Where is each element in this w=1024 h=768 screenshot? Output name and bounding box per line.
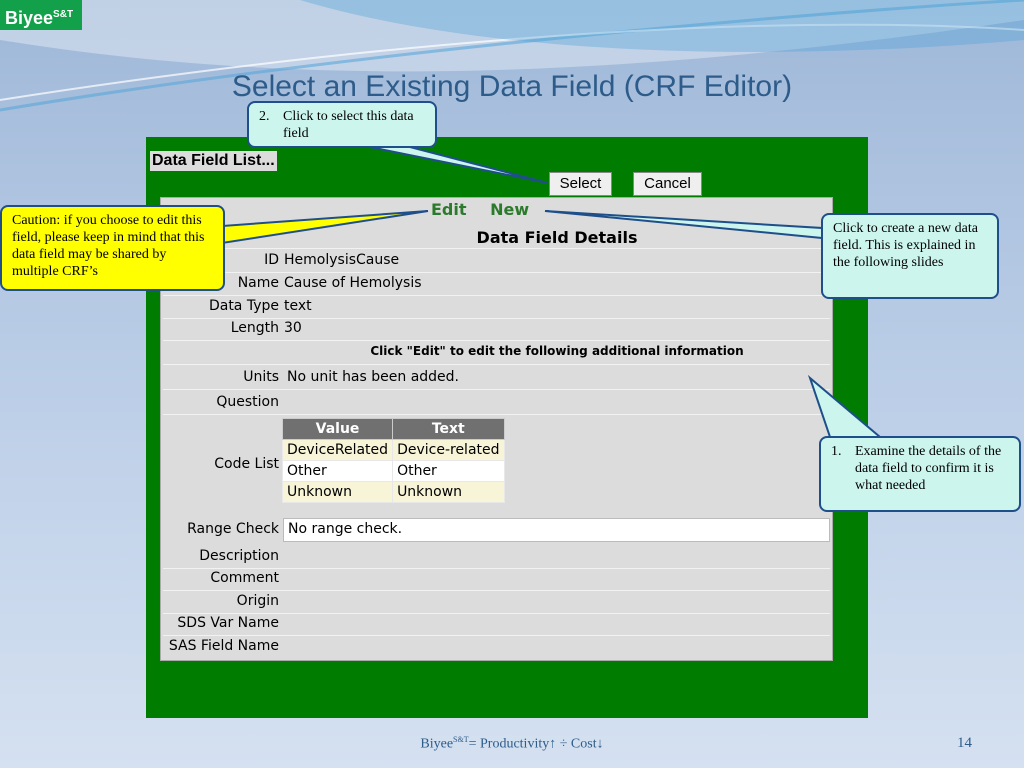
table-row: DeviceRelated Device-related	[281, 439, 505, 461]
edit-hint-row: Click "Edit" to edit the following addit…	[163, 344, 830, 365]
field-row-description: Description	[163, 548, 830, 569]
callout-select: 2. Click to select this data field	[247, 101, 437, 148]
field-label: Description	[199, 548, 279, 564]
field-value: HemolysisCause	[284, 252, 400, 268]
field-value: No unit has been added.	[287, 369, 459, 385]
field-row-sas-field-name: SAS Field Name	[163, 638, 830, 658]
range-check-value: No range check.	[283, 518, 830, 542]
table-row: Other Other	[281, 460, 505, 482]
field-label: Units	[243, 369, 279, 385]
code-list-header-text: Text	[392, 418, 505, 440]
field-row-question: Question	[163, 394, 830, 415]
field-value: text	[284, 298, 312, 314]
field-label: SDS Var Name	[177, 615, 279, 631]
field-row-id: ID HemolysisCause	[163, 252, 830, 273]
field-row-name: Name Cause of Hemolysis	[163, 275, 830, 296]
field-label: Question	[216, 394, 279, 410]
edit-hint: Click "Edit" to edit the following addit…	[370, 344, 744, 358]
field-label: Data Type	[208, 298, 279, 314]
detail-actions: Edit New	[431, 200, 547, 219]
code-list-table: Value Text DeviceRelated Device-related …	[281, 418, 505, 503]
field-row-length: Length 30	[163, 320, 830, 341]
details-title-row: Data Field Details	[163, 228, 830, 249]
field-label: Comment	[210, 570, 279, 586]
field-label: Range Check	[187, 521, 279, 537]
edit-link[interactable]: Edit	[431, 200, 467, 219]
table-row: Unknown Unknown	[281, 481, 505, 503]
field-row-data-type: Data Type text	[163, 298, 830, 319]
field-label: SAS Field Name	[168, 638, 279, 654]
field-row-sds-var-name: SDS Var Name	[163, 615, 830, 636]
field-row-origin: Origin	[163, 593, 830, 614]
new-link[interactable]: New	[490, 200, 529, 219]
field-row-range-check: Range Check No range check.	[163, 518, 830, 544]
field-value: 30	[284, 320, 302, 336]
select-button[interactable]: Select	[549, 172, 612, 196]
details-title: Data Field Details	[476, 228, 638, 247]
slide-title: Select an Existing Data Field (CRF Edito…	[231, 70, 793, 103]
code-list-header-value: Value	[281, 418, 394, 440]
field-row-units: Units No unit has been added.	[163, 369, 830, 390]
field-row-comment: Comment	[163, 570, 830, 591]
field-label: Code List	[214, 456, 279, 472]
field-label: Length	[230, 320, 279, 336]
panel-header: Data Field List...	[150, 151, 277, 171]
field-label: Origin	[236, 593, 279, 609]
field-value: Cause of Hemolysis	[284, 275, 422, 291]
callout-new: Click to create a new data field. This i…	[821, 213, 999, 299]
cancel-button[interactable]: Cancel	[633, 172, 702, 196]
footer-tagline: BiyeeS&T= Productivity↑ ÷ Cost↓	[420, 735, 604, 752]
data-field-details: Edit New Data Field Details ID Hemolysis…	[160, 197, 833, 661]
callout-examine: 1. Examine the details of the data field …	[819, 436, 1021, 512]
page-number: 14	[957, 735, 972, 751]
brand-logo: BiyeeS&T	[0, 0, 82, 30]
callout-caution: Caution: if you choose to edit this fiel…	[0, 205, 225, 291]
